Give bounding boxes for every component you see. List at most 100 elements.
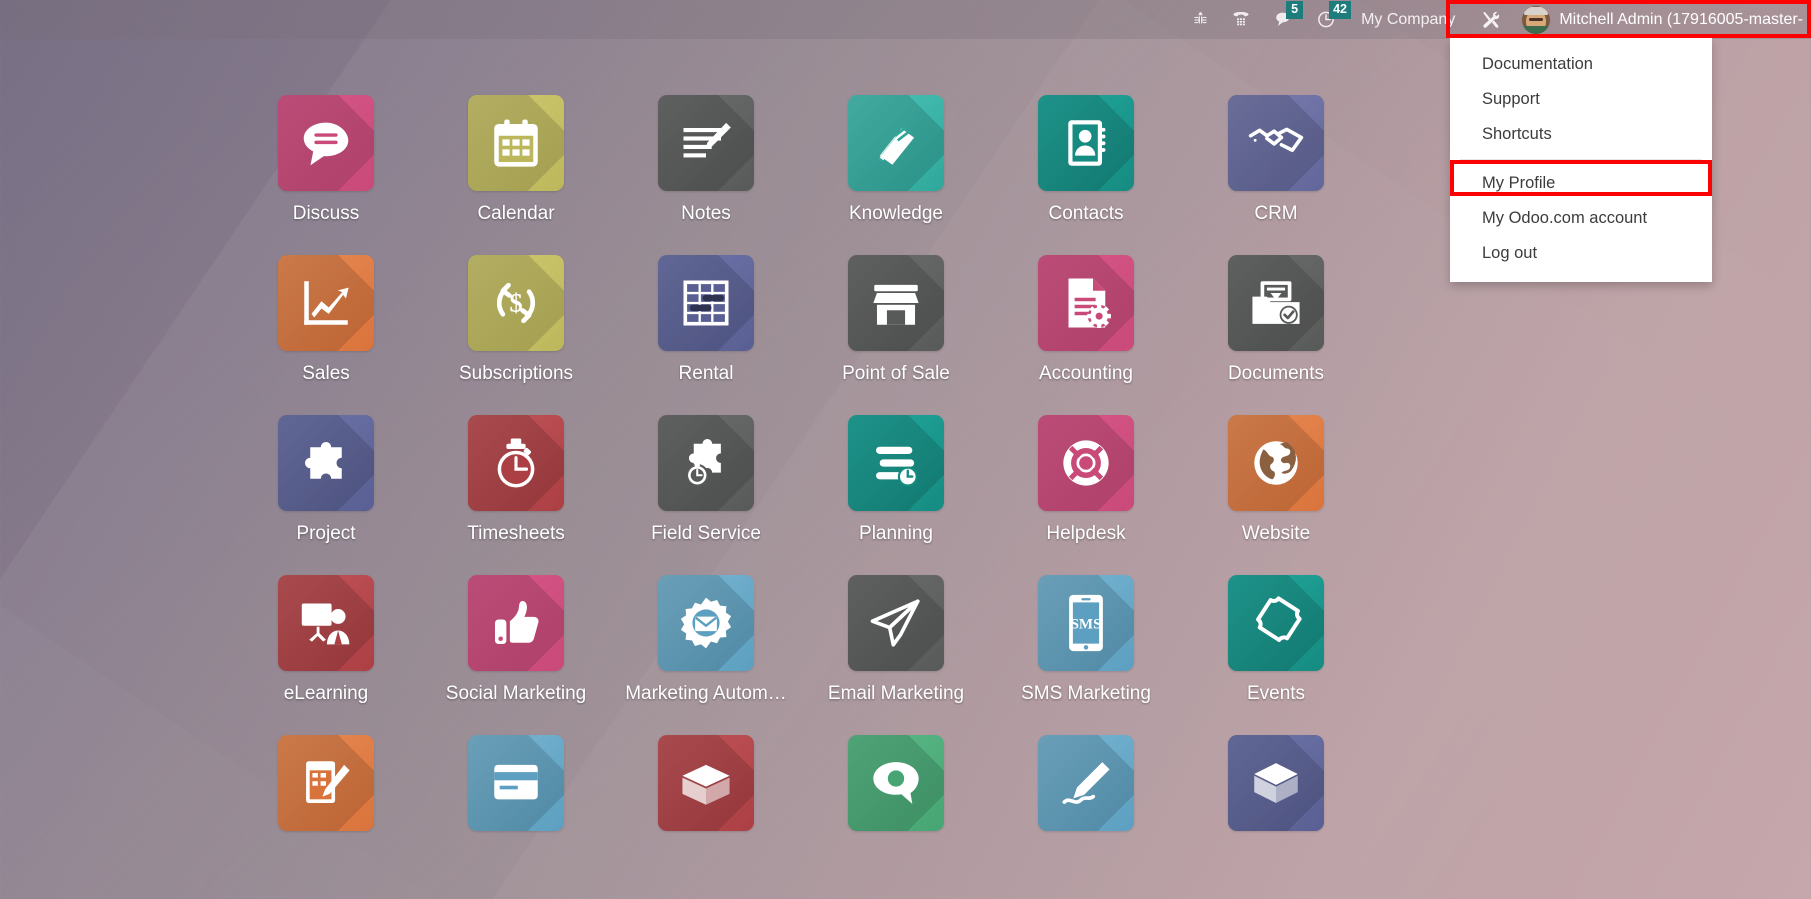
app-label: Project: [296, 523, 356, 544]
app-grid: Discuss Calendar Notes Knowledge Contact…: [231, 95, 1371, 895]
project-puzzle-icon: [278, 415, 374, 511]
notes-pencil-icon: [658, 95, 754, 191]
accounting-invoice-gear-icon: [1038, 255, 1134, 351]
app-partial-1[interactable]: [231, 735, 421, 895]
menu-item-log-out[interactable]: Log out: [1450, 236, 1712, 271]
expenses-card-icon: [468, 735, 564, 831]
app-sms-marketing[interactable]: SMS SMS Marketing: [991, 575, 1181, 735]
app-label: Point of Sale: [842, 363, 950, 384]
app-label: Events: [1246, 683, 1306, 704]
avatar: [1522, 5, 1551, 34]
menu-item-my-profile[interactable]: My Profile: [1450, 166, 1712, 201]
app-label: Field Service: [651, 523, 761, 544]
discuss-chat-bubble-icon: [278, 95, 374, 191]
crm-handshake-icon: [1228, 95, 1324, 191]
messages-badge: 5: [1286, 1, 1304, 19]
appraisal-calendar-pencil-icon: [278, 735, 374, 831]
svg-text:SMS: SMS: [1071, 617, 1102, 633]
purchase-box-arrow-icon: [1228, 735, 1324, 831]
app-partial-6[interactable]: [1181, 735, 1371, 895]
menu-item-my-odoo-account[interactable]: My Odoo.com account: [1450, 201, 1712, 236]
contacts-address-book-icon: [1038, 95, 1134, 191]
messages-button[interactable]: 5: [1262, 0, 1305, 39]
app-rental[interactable]: Rental: [611, 255, 801, 415]
marketing-automation-gear-mail-icon: [658, 575, 754, 671]
app-label: Knowledge: [848, 203, 944, 224]
app-email-marketing[interactable]: Email Marketing: [801, 575, 991, 735]
app-partial-3[interactable]: [611, 735, 801, 895]
app-documents[interactable]: Documents: [1181, 255, 1371, 415]
app-elearning[interactable]: eLearning: [231, 575, 421, 735]
bug-icon: [1192, 10, 1209, 29]
field-service-puzzle-clock-icon: [658, 415, 754, 511]
app-label: Sales: [302, 363, 350, 384]
calendar-icon: [468, 95, 564, 191]
app-events[interactable]: Events: [1181, 575, 1371, 735]
rental-gantt-grid-icon: [658, 255, 754, 351]
app-project[interactable]: Project: [231, 415, 421, 575]
documents-folder-check-icon: [1228, 255, 1324, 351]
app-label: SMS Marketing: [1021, 683, 1151, 704]
app-discuss[interactable]: Discuss: [231, 95, 421, 255]
helpdesk-lifebuoy-icon: [1038, 415, 1134, 511]
user-name-label: Mitchell Admin (17916005-master-: [1559, 10, 1803, 28]
sign-pen-icon: [1038, 735, 1134, 831]
app-label: Rental: [678, 363, 734, 384]
app-planning[interactable]: Planning: [801, 415, 991, 575]
app-calendar[interactable]: Calendar: [421, 95, 611, 255]
app-label: Calendar: [477, 203, 555, 224]
social-marketing-thumbsup-icon: [468, 575, 564, 671]
website-globe-icon: [1228, 415, 1324, 511]
planning-bars-clock-icon: [848, 415, 944, 511]
app-crm[interactable]: CRM: [1181, 95, 1371, 255]
voip-dialpad-button[interactable]: [1220, 0, 1262, 39]
sales-growth-chart-icon: [278, 255, 374, 351]
menu-item-shortcuts[interactable]: Shortcuts: [1450, 117, 1712, 152]
bug-report-button[interactable]: [1181, 0, 1220, 39]
app-label: Helpdesk: [1046, 523, 1126, 544]
user-menu-toggle[interactable]: Mitchell Admin (17916005-master-: [1512, 0, 1811, 39]
menu-item-support[interactable]: Support: [1450, 82, 1712, 117]
phone-dialpad-icon: [1231, 10, 1251, 29]
recruitment-chat-icon: [848, 735, 944, 831]
app-website[interactable]: Website: [1181, 415, 1371, 575]
messages-icon: 5: [1273, 1, 1304, 29]
app-timesheets[interactable]: Timesheets: [421, 415, 611, 575]
app-label: Social Marketing: [445, 683, 587, 704]
menu-item-documentation[interactable]: Documentation: [1450, 47, 1712, 82]
app-label: Contacts: [1048, 203, 1124, 224]
app-label: Accounting: [1038, 363, 1133, 384]
app-knowledge[interactable]: Knowledge: [801, 95, 991, 255]
app-contacts[interactable]: Contacts: [991, 95, 1181, 255]
activities-clock-icon: 42: [1316, 1, 1351, 29]
app-sales[interactable]: Sales: [231, 255, 421, 415]
app-label: Discuss: [292, 203, 360, 224]
app-label: CRM: [1254, 203, 1298, 224]
svg-text:$: $: [509, 288, 522, 317]
app-helpdesk[interactable]: Helpdesk: [991, 415, 1181, 575]
email-marketing-paperplane-icon: [848, 575, 944, 671]
app-point-of-sale[interactable]: Point of Sale: [801, 255, 991, 415]
inventory-box-icon: [658, 735, 754, 831]
app-partial-2[interactable]: [421, 735, 611, 895]
activities-button[interactable]: 42: [1305, 0, 1351, 39]
app-label: Documents: [1227, 363, 1325, 384]
app-label: Email Marketing: [827, 683, 965, 704]
app-label: eLearning: [283, 683, 369, 704]
settings-tools-button[interactable]: [1469, 0, 1512, 39]
events-ticket-icon: [1228, 575, 1324, 671]
app-partial-5[interactable]: [991, 735, 1181, 895]
app-label: Notes: [681, 203, 731, 224]
app-accounting[interactable]: Accounting: [991, 255, 1181, 415]
timesheets-stopwatch-icon: [468, 415, 564, 511]
app-social-marketing[interactable]: Social Marketing: [421, 575, 611, 735]
subscriptions-recycle-dollar-icon: $: [468, 255, 564, 351]
app-label: Marketing Autom…: [625, 683, 787, 704]
app-partial-4[interactable]: [801, 735, 991, 895]
app-subscriptions[interactable]: $ Subscriptions: [421, 255, 611, 415]
app-field-service[interactable]: Field Service: [611, 415, 801, 575]
app-notes[interactable]: Notes: [611, 95, 801, 255]
app-marketing-automation[interactable]: Marketing Autom…: [611, 575, 801, 735]
company-switcher[interactable]: My Company: [1347, 0, 1469, 39]
knowledge-book-icon: [848, 95, 944, 191]
